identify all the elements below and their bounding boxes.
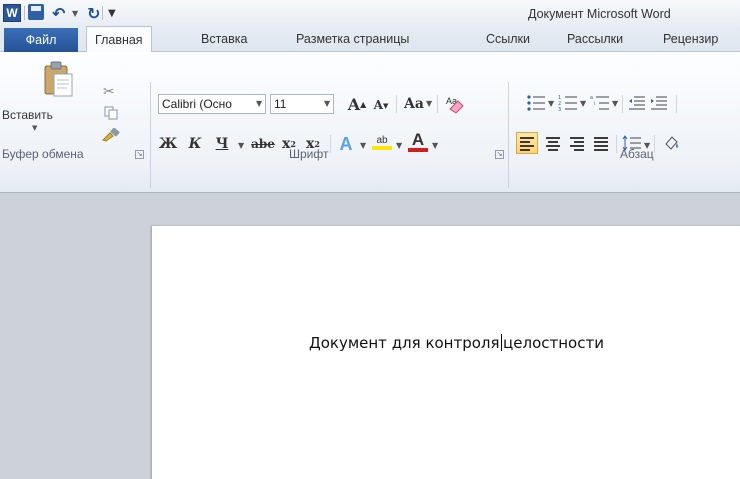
tab-page-layout[interactable]: Разметка страницы xyxy=(296,26,409,52)
underline-dropdown-icon[interactable]: ▼ xyxy=(238,141,244,150)
tab-mailings[interactable]: Рассылки xyxy=(567,26,623,52)
paragraph-group-label: Абзац xyxy=(620,147,654,161)
format-painter-icon[interactable] xyxy=(101,128,121,142)
svg-text:3: 3 xyxy=(558,107,561,112)
divider xyxy=(102,6,103,20)
ribbon xyxy=(0,52,740,193)
clipboard-group-label: Буфер обмена xyxy=(2,147,84,161)
divider xyxy=(622,95,623,113)
grow-font-label: A xyxy=(347,94,361,114)
strikethrough-button[interactable]: abe xyxy=(250,134,276,154)
align-left-icon xyxy=(520,137,534,151)
group-divider xyxy=(150,82,151,188)
grow-font-button[interactable]: A ▲ xyxy=(346,94,368,114)
bullets-dropdown-icon[interactable]: ▼ xyxy=(548,99,554,108)
shading-icon[interactable] xyxy=(662,134,680,152)
align-left-button[interactable] xyxy=(516,132,538,154)
document-page[interactable] xyxy=(152,226,740,479)
tab-review[interactable]: Рецензир xyxy=(663,26,718,52)
tab-insert[interactable]: Вставка xyxy=(201,26,247,52)
numbering-icon[interactable]: 1 2 3 xyxy=(558,94,578,112)
change-case-button[interactable]: Aa xyxy=(402,94,426,114)
text-effects-dropdown-icon[interactable]: ▼ xyxy=(360,141,366,150)
text-after-caret: целостности xyxy=(503,334,604,352)
tab-file[interactable]: Файл xyxy=(4,28,78,52)
align-center-icon[interactable] xyxy=(546,137,560,151)
divider xyxy=(616,135,617,153)
highlight-button[interactable]: ab xyxy=(372,134,392,150)
font-color-dropdown-icon[interactable]: ▼ xyxy=(432,141,438,150)
paste-icon[interactable] xyxy=(41,60,75,100)
italic-button[interactable]: К xyxy=(187,134,203,154)
word-app-icon[interactable]: W xyxy=(3,4,21,22)
font-size-dropdown-icon[interactable]: ▼ xyxy=(324,99,330,108)
divider xyxy=(654,135,655,153)
highlight-dropdown-icon[interactable]: ▼ xyxy=(396,141,402,150)
divider xyxy=(676,95,677,113)
font-group-label: Шрифт xyxy=(289,147,329,161)
underline-button[interactable]: Ч xyxy=(214,134,230,154)
tab-references[interactable]: Ссылки xyxy=(486,26,530,52)
save-icon[interactable] xyxy=(28,4,44,20)
paste-button[interactable]: Вставить xyxy=(2,108,53,122)
shrink-font-button[interactable]: A ▼ xyxy=(372,96,390,114)
text-caret xyxy=(500,334,503,351)
tab-home[interactable]: Главная xyxy=(86,26,152,53)
undo-dropdown-icon[interactable]: ▼ xyxy=(72,9,78,18)
increase-indent-icon[interactable] xyxy=(650,95,668,111)
copy-icon[interactable] xyxy=(104,106,118,120)
divider xyxy=(330,135,331,153)
title-bar: W ↶ ▼ ↻ ▼ Документ Microsoft Word xyxy=(0,0,740,26)
paste-dropdown-icon[interactable]: ▼ xyxy=(32,124,37,132)
cut-icon[interactable]: ✂ xyxy=(103,84,115,100)
font-color-button[interactable]: A xyxy=(408,130,428,152)
align-right-icon[interactable] xyxy=(570,137,584,151)
redo-icon[interactable]: ↻ xyxy=(87,4,100,23)
font-dialog-launcher[interactable]: ↘ xyxy=(495,150,504,159)
justify-icon[interactable] xyxy=(594,137,608,151)
multilevel-list-icon[interactable]: a i xyxy=(590,94,610,112)
window-title: Документ Microsoft Word xyxy=(528,7,671,21)
group-divider xyxy=(508,82,509,188)
ribbon-tab-bar: Файл Главная Вставка Разметка страницы С… xyxy=(0,26,740,53)
shrink-font-label: A xyxy=(373,98,383,112)
undo-icon[interactable]: ↶ xyxy=(52,4,65,23)
customize-toolbar-icon[interactable]: ▼ xyxy=(108,4,116,22)
font-name-dropdown-icon[interactable]: ▼ xyxy=(256,99,262,108)
multilevel-list-dropdown-icon[interactable]: ▼ xyxy=(612,99,618,108)
document-text-line[interactable]: Документ для контроля целостности xyxy=(309,334,604,352)
text-before-caret: Документ для контроля xyxy=(309,334,500,352)
divider xyxy=(396,95,397,113)
svg-text:a: a xyxy=(590,95,593,101)
bold-button[interactable]: Ж xyxy=(159,134,177,154)
svg-text:i: i xyxy=(594,101,595,107)
change-case-dropdown-icon[interactable]: ▼ xyxy=(426,99,432,108)
bullets-icon[interactable] xyxy=(526,94,546,112)
clear-formatting-icon[interactable]: Aa xyxy=(444,93,466,115)
decrease-indent-icon[interactable] xyxy=(628,95,646,111)
font-name-select[interactable]: Calibri (Осно xyxy=(158,94,266,114)
numbering-dropdown-icon[interactable]: ▼ xyxy=(580,99,586,108)
text-effects-button[interactable]: A xyxy=(336,134,356,154)
divider xyxy=(24,6,25,20)
divider xyxy=(437,95,438,113)
clipboard-dialog-launcher[interactable]: ↘ xyxy=(135,150,144,159)
